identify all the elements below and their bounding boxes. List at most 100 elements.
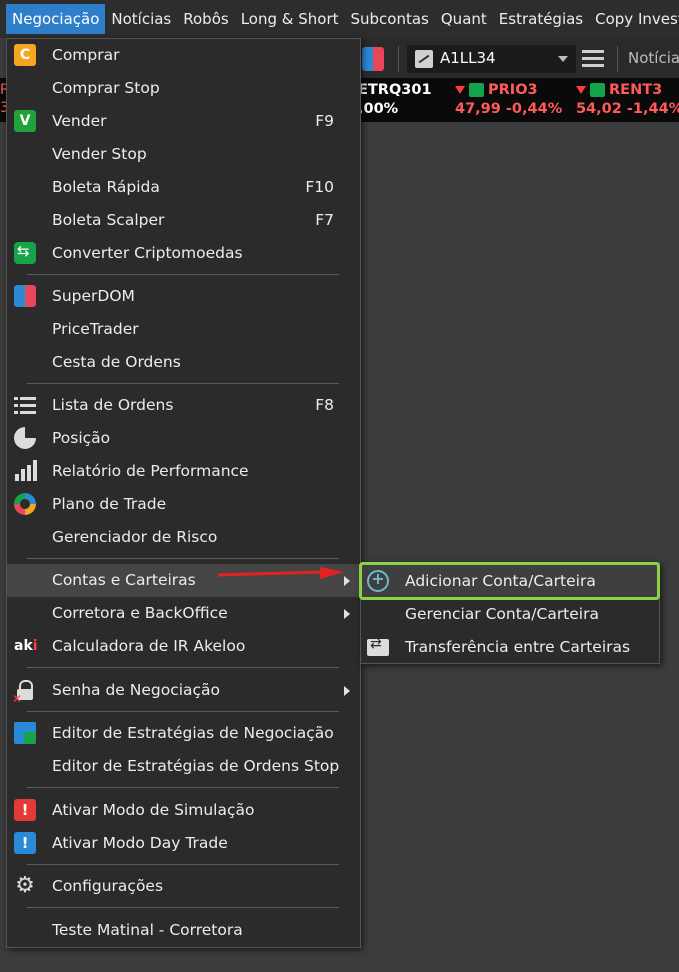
trade-plan-icon — [14, 493, 36, 515]
menu-item-pricetrader[interactable]: PriceTrader — [7, 313, 360, 346]
superdom-toolbar-icon[interactable] — [362, 47, 384, 71]
menu-item-label: Relatório de Performance — [52, 462, 249, 480]
submenu-item-gerenciar-conta-carteira[interactable]: Gerenciar Conta/Carteira — [361, 598, 659, 631]
menu-item-gerenciador-de-risco[interactable]: Gerenciador de Risco — [7, 521, 360, 554]
menu-item-relatorio-de-performance[interactable]: Relatório de Performance — [7, 455, 360, 488]
menubar-item-quant[interactable]: Quant — [435, 4, 493, 34]
menu-item-cesta-de-ordens[interactable]: Cesta de Ordens — [7, 346, 360, 379]
chevron-down-icon[interactable] — [558, 56, 568, 62]
menu-item-label: Posição — [52, 429, 111, 447]
menu-separator — [27, 907, 339, 908]
menu-item-label: Editor de Estratégias de Ordens Stop — [52, 757, 340, 775]
submenu-arrow-icon — [344, 609, 350, 619]
menu-separator — [27, 864, 339, 865]
bar-chart-icon — [14, 460, 37, 482]
quote-symbol: RENT3 — [609, 82, 663, 98]
menu-separator — [27, 383, 339, 384]
down-arrow-icon — [576, 86, 586, 94]
menu-item-senha-de-negociacao[interactable]: ✕ Senha de Negociação — [7, 674, 360, 707]
menu-item-calculadora-ir-akeloo[interactable]: aki Calculadora de IR Akeloo — [7, 630, 360, 663]
menu-item-boleta-rapida[interactable]: Boleta Rápida F10 — [7, 171, 360, 204]
menubar-item-long-short[interactable]: Long & Short — [235, 4, 345, 34]
menu-item-ativar-modo-simulacao[interactable]: ! Ativar Modo de Simulação — [7, 794, 360, 827]
quote-item[interactable]: PRIO3 47,99 -0,44% — [455, 81, 562, 119]
prio-logo-icon — [469, 83, 484, 97]
quote-value: ,00% — [358, 101, 399, 117]
sell-icon: V — [14, 110, 36, 132]
menu-item-ativar-modo-day-trade[interactable]: ! Ativar Modo Day Trade — [7, 827, 360, 860]
menubar-item-robos[interactable]: Robôs — [177, 4, 234, 34]
menu-bar: Negociação Notícias Robôs Long & Short S… — [0, 0, 679, 38]
menu-item-posicao[interactable]: Posição — [7, 422, 360, 455]
menu-item-label: Gerenciador de Risco — [52, 528, 218, 546]
gear-icon: ⚙ — [15, 873, 35, 898]
ticker-select[interactable]: A1LL34 — [407, 45, 576, 73]
menu-item-editor-estrategias-negociacao[interactable]: Editor de Estratégias de Negociação — [7, 717, 360, 750]
shortcut-label: F8 — [315, 396, 334, 414]
menu-item-label: Ativar Modo Day Trade — [52, 834, 228, 852]
menubar-item-estrategias[interactable]: Estratégias — [493, 4, 589, 34]
ticker-value: A1LL34 — [440, 49, 496, 67]
menu-item-label: Boleta Scalper — [52, 211, 165, 229]
negociacao-dropdown-menu: C Comprar Comprar Stop V Vender F9 Vende… — [6, 38, 361, 948]
buy-icon: C — [14, 44, 36, 66]
strategy-editor-icon — [14, 722, 36, 744]
menu-item-vender[interactable]: V Vender F9 — [7, 105, 360, 138]
menu-item-label: Plano de Trade — [52, 495, 167, 513]
menu-item-label: Ativar Modo de Simulação — [52, 801, 255, 819]
menubar-item-noticias[interactable]: Notícias — [105, 4, 177, 34]
menu-item-comprar[interactable]: C Comprar — [7, 39, 360, 72]
pie-chart-icon — [14, 427, 36, 449]
rent-logo-icon — [590, 83, 605, 97]
chart-icon — [415, 50, 433, 68]
menubar-item-negociacao[interactable]: Negociação — [6, 4, 106, 34]
submenu-item-transferencia-entre-carteiras[interactable]: Transferência entre Carteiras — [361, 631, 659, 664]
menu-item-converter-criptomoedas[interactable]: Converter Criptomoedas — [7, 237, 360, 270]
menu-item-label: Converter Criptomoedas — [52, 244, 243, 262]
unlock-icon: ✕ — [12, 679, 36, 706]
menu-item-configuracoes[interactable]: ⚙ Configurações — [7, 870, 360, 903]
submenu-item-label: Transferência entre Carteiras — [405, 638, 631, 656]
quote-item[interactable]: RENT3 54,02 -1,44% — [576, 81, 679, 119]
menu-item-label: Lista de Ordens — [52, 396, 174, 414]
menu-item-editor-estrategias-ordens-stop[interactable]: Editor de Estratégias de Ordens Stop — [7, 750, 360, 783]
menu-item-comprar-stop[interactable]: Comprar Stop — [7, 72, 360, 105]
menu-item-label: Vender — [52, 112, 107, 130]
annotation-arrow — [218, 567, 344, 579]
menu-item-teste-matinal-corretora[interactable]: Teste Matinal - Corretora — [7, 914, 360, 947]
menu-separator — [27, 711, 339, 712]
list-icon[interactable] — [582, 48, 604, 68]
menubar-item-copy-invest[interactable]: Copy Invest — [589, 4, 679, 34]
menu-item-superdom[interactable]: SuperDOM — [7, 280, 360, 313]
menu-item-label: Editor de Estratégias de Negociação — [52, 724, 334, 742]
menu-item-vender-stop[interactable]: Vender Stop — [7, 138, 360, 171]
shortcut-label: F7 — [315, 211, 334, 229]
add-circle-icon — [367, 569, 389, 592]
shortcut-label: F10 — [305, 178, 334, 196]
quote-value: 47,99 -0,44% — [455, 101, 563, 117]
menu-item-boleta-scalper[interactable]: Boleta Scalper F7 — [7, 204, 360, 237]
menu-item-label: Teste Matinal - Corretora — [52, 921, 243, 939]
menu-separator — [27, 558, 339, 559]
akeloo-logo-icon: aki — [14, 638, 38, 654]
submenu-item-adicionar-conta-carteira[interactable]: Adicionar Conta/Carteira — [359, 562, 660, 600]
menubar-item-subcontas[interactable]: Subcontas — [345, 4, 435, 34]
contas-e-carteiras-submenu: Adicionar Conta/Carteira Gerenciar Conta… — [359, 562, 660, 664]
menu-item-label: Senha de Negociação — [52, 681, 221, 699]
down-arrow-icon — [455, 86, 465, 94]
news-toolbar-label[interactable]: Notícias — [628, 49, 679, 67]
menu-separator — [27, 667, 339, 668]
menu-item-label: SuperDOM — [52, 287, 135, 305]
transfer-icon — [367, 636, 389, 656]
menu-item-label: Boleta Rápida — [52, 178, 160, 196]
submenu-arrow-icon — [344, 686, 350, 696]
quote-item[interactable]: ETRQ301 ,00% — [358, 81, 432, 119]
menu-item-plano-de-trade[interactable]: Plano de Trade — [7, 488, 360, 521]
menu-item-label: Configurações — [52, 877, 164, 895]
shortcut-label: F9 — [315, 112, 334, 130]
submenu-arrow-icon — [344, 576, 350, 586]
menu-item-label: PriceTrader — [52, 320, 139, 338]
menu-item-corretora-e-backoffice[interactable]: Corretora e BackOffice — [7, 597, 360, 630]
submenu-item-label: Adicionar Conta/Carteira — [405, 572, 596, 590]
menu-item-lista-de-ordens[interactable]: Lista de Ordens F8 — [7, 389, 360, 422]
